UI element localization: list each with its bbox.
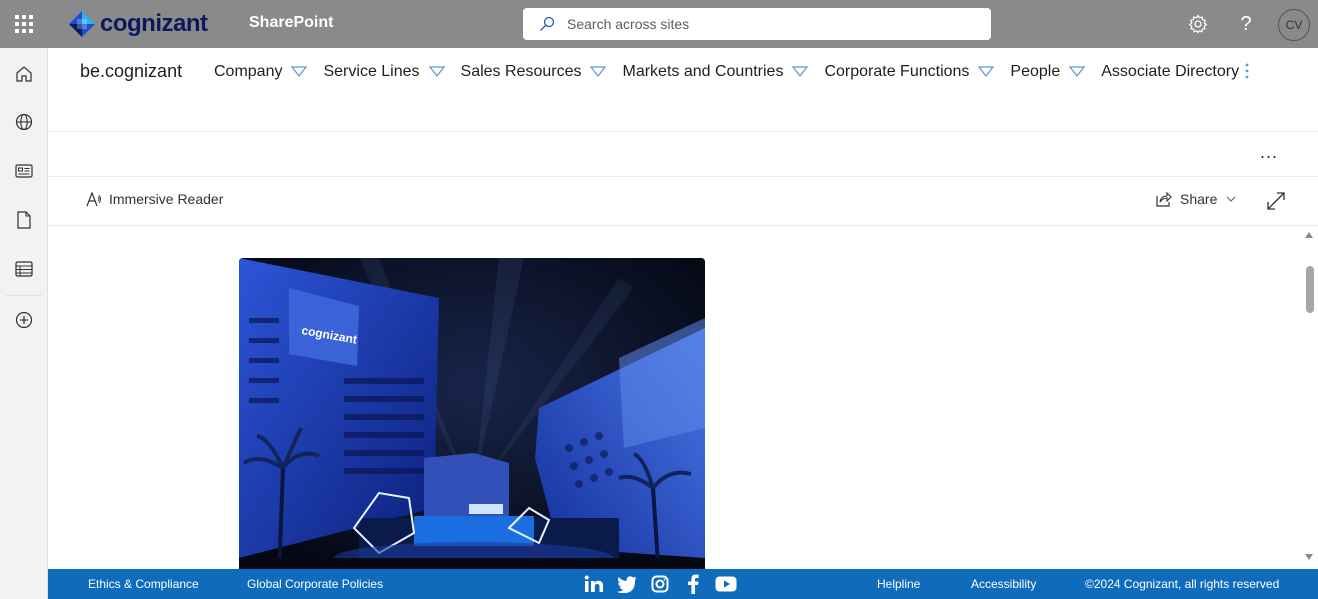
chevron-down-icon: [1226, 196, 1236, 202]
nav-item-label: Sales Resources: [460, 63, 582, 80]
cognizant-logo-mark-icon: [69, 11, 95, 37]
nav-item-associate-directory[interactable]: Associate Directory: [1101, 63, 1239, 81]
instagram-icon[interactable]: [649, 573, 671, 595]
page-canvas: cognizant: [48, 226, 1318, 569]
lists-icon[interactable]: [12, 257, 36, 281]
nav-item-label: Markets and Countries: [622, 63, 784, 80]
nav-item-sales-resources[interactable]: Sales Resources: [461, 63, 623, 81]
app-launcher-icon[interactable]: [12, 12, 36, 36]
global-sites-icon[interactable]: [12, 110, 36, 134]
nav-item-company[interactable]: Company: [214, 63, 323, 81]
scroll-down-arrow-icon[interactable]: [1305, 554, 1313, 560]
site-footer: Ethics & Compliance Global Corporate Pol…: [48, 569, 1318, 599]
share-label: Share: [1180, 191, 1218, 207]
chevron-down-icon[interactable]: [590, 66, 607, 78]
hub-navigation: Company Service Lines Sales Resources Ma…: [214, 61, 1239, 83]
footer-link-ethics[interactable]: Ethics & Compliance: [88, 577, 199, 591]
footer-link-helpline[interactable]: Helpline: [877, 577, 920, 591]
nav-item-label: Company: [214, 63, 283, 80]
page-command-bar: ...: [48, 132, 1318, 177]
nav-more-vertical-icon[interactable]: [1244, 62, 1250, 80]
brand-name: cognizant: [100, 10, 208, 37]
nav-item-label: Associate Directory: [1101, 63, 1240, 80]
social-links: [583, 573, 748, 595]
create-add-icon[interactable]: [12, 308, 36, 332]
app-bar-divider: [6, 295, 42, 296]
home-icon[interactable]: [12, 62, 36, 86]
chevron-down-icon[interactable]: [978, 66, 995, 78]
facebook-icon[interactable]: [682, 573, 704, 595]
chevron-down-icon[interactable]: [291, 66, 308, 78]
help-icon[interactable]: ?: [1234, 12, 1258, 36]
nav-item-label: People: [1010, 63, 1061, 80]
immersive-reader-label: Immersive Reader: [109, 191, 224, 207]
app-bar: [0, 48, 48, 599]
user-avatar[interactable]: CV: [1278, 9, 1310, 41]
chevron-down-icon[interactable]: [428, 66, 445, 78]
scrollbar-thumb[interactable]: [1306, 266, 1314, 313]
share-button[interactable]: Share: [1156, 191, 1236, 207]
page-toolbar: Immersive Reader Share: [48, 177, 1318, 226]
chevron-down-icon[interactable]: [1069, 66, 1086, 78]
search-icon: [540, 16, 555, 31]
nav-item-label: Corporate Functions: [824, 63, 970, 80]
chevron-down-icon[interactable]: [792, 66, 809, 78]
youtube-icon[interactable]: [715, 573, 737, 595]
search-box[interactable]: [523, 8, 991, 40]
linkedin-icon[interactable]: [583, 573, 605, 595]
footer-link-policies[interactable]: Global Corporate Policies: [247, 577, 383, 591]
scroll-up-arrow-icon[interactable]: [1305, 232, 1313, 238]
search-input[interactable]: [567, 16, 967, 32]
share-icon: [1156, 191, 1172, 207]
nav-item-people[interactable]: People: [1010, 63, 1101, 81]
expand-icon[interactable]: [1266, 191, 1286, 211]
nav-item-service-lines[interactable]: Service Lines: [323, 63, 460, 81]
news-icon[interactable]: [12, 159, 36, 183]
settings-gear-icon[interactable]: [1186, 12, 1210, 36]
files-icon[interactable]: [12, 208, 36, 232]
more-options-button[interactable]: ...: [1260, 142, 1278, 163]
cognizant-logo[interactable]: cognizant: [68, 9, 208, 39]
site-header: be.cognizant Company Service Lines Sales…: [48, 48, 1318, 132]
app-name[interactable]: SharePoint: [249, 14, 333, 32]
footer-link-accessibility[interactable]: Accessibility: [971, 577, 1036, 591]
immersive-reader-icon: [86, 191, 102, 207]
footer-copyright: ©2024 Cognizant, all rights reserved: [1085, 577, 1280, 591]
suite-bar: cognizant SharePoint ? CV: [0, 0, 1318, 48]
immersive-reader-button[interactable]: Immersive Reader: [86, 191, 223, 207]
nav-item-markets-and-countries[interactable]: Markets and Countries: [622, 63, 824, 81]
twitter-icon[interactable]: [616, 573, 638, 595]
nav-item-label: Service Lines: [323, 63, 420, 80]
site-title[interactable]: be.cognizant: [80, 61, 182, 82]
nav-item-corporate-functions[interactable]: Corporate Functions: [824, 63, 1010, 81]
campus-event-photo: cognizant: [239, 258, 705, 569]
hero-image[interactable]: cognizant: [239, 258, 705, 569]
